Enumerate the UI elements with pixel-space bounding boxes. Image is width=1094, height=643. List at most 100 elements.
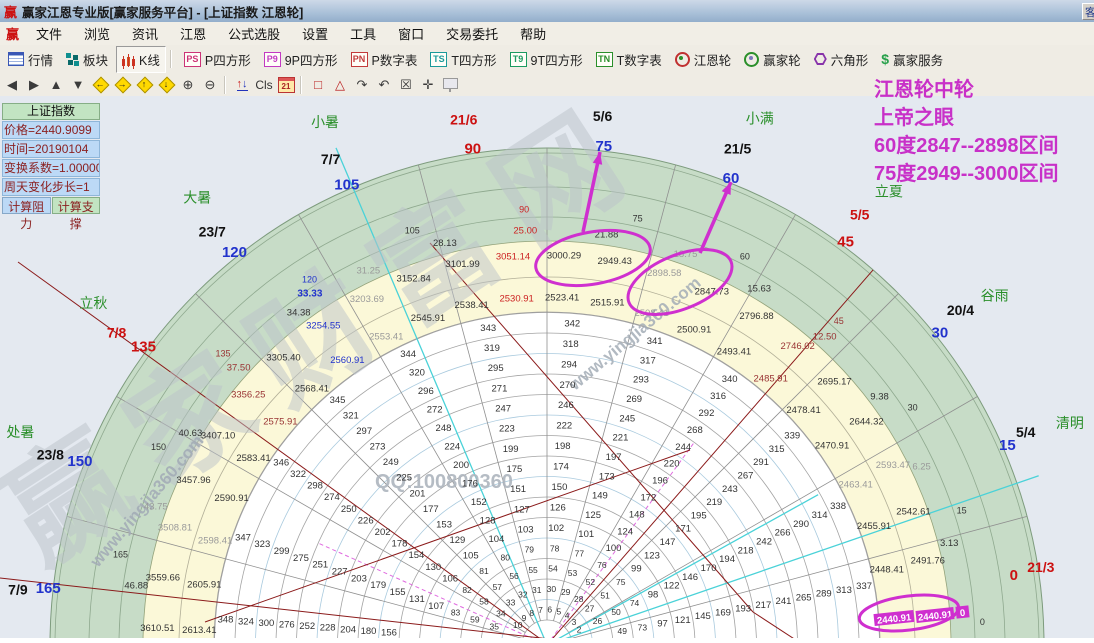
screen-icon[interactable] — [440, 75, 460, 94]
tool-赢家轮[interactable]: 赢家轮 — [739, 47, 806, 72]
step-down-icon[interactable]: ↓ — [156, 75, 176, 94]
svg-text:7/7: 7/7 — [321, 151, 341, 167]
svg-text:79: 79 — [525, 545, 535, 555]
tool-赢家服务[interactable]: $赢家服务 — [876, 47, 948, 72]
calc-resistance-button[interactable]: 计算阻力 — [2, 197, 51, 214]
cls-button[interactable]: Cls — [254, 75, 274, 94]
svg-text:5/6: 5/6 — [593, 108, 613, 124]
tool-label: 江恩轮 — [694, 50, 732, 69]
step-right-icon[interactable]: → — [112, 75, 132, 94]
svg-text:2553.41: 2553.41 — [369, 331, 403, 342]
scroll-up-icon[interactable]: ▲ — [46, 75, 66, 94]
tool-9T四方形[interactable]: T99T四方形 — [505, 47, 588, 72]
annotation-line: 上帝之眼 — [874, 104, 1059, 132]
tool-9P四方形[interactable]: P99P四方形 — [259, 47, 343, 72]
tool-江恩轮[interactable]: 江恩轮 — [670, 47, 737, 72]
svg-text:2796.88: 2796.88 — [739, 311, 773, 322]
svg-text:225: 225 — [396, 473, 412, 484]
rotate-cw-icon[interactable]: ↷ — [352, 75, 372, 94]
svg-text:43.75: 43.75 — [144, 501, 168, 512]
svg-text:270: 270 — [560, 380, 576, 391]
tool-K线[interactable]: K线 — [116, 46, 166, 73]
svg-text:2898.58: 2898.58 — [647, 268, 681, 279]
svg-text:56: 56 — [509, 571, 519, 581]
svg-text:217: 217 — [755, 600, 771, 611]
chip-icon-T9: T9 — [510, 52, 527, 67]
svg-text:223: 223 — [499, 424, 515, 435]
svg-text:2478.41: 2478.41 — [786, 405, 820, 416]
svg-text:35: 35 — [489, 621, 499, 631]
scroll-right-icon[interactable]: ▶ — [24, 75, 44, 94]
center-cross-icon[interactable]: ✛ — [418, 75, 438, 94]
svg-text:2613.41: 2613.41 — [182, 625, 216, 636]
annotation-line: 75度2949--3000区间 — [874, 160, 1059, 188]
svg-text:2746.02: 2746.02 — [781, 341, 815, 352]
step-up-icon[interactable]: ↑ — [134, 75, 154, 94]
svg-text:297: 297 — [356, 426, 372, 437]
axis-updown-icon[interactable]: ↑↓ — [232, 75, 252, 94]
tool-T四方形[interactable]: TST四方形 — [425, 47, 501, 72]
svg-text:21/3: 21/3 — [1027, 559, 1054, 575]
svg-text:76: 76 — [597, 560, 607, 570]
step-left-icon[interactable]: ← — [90, 75, 110, 94]
svg-text:269: 269 — [626, 394, 642, 405]
svg-text:151: 151 — [510, 484, 526, 495]
square-tool-icon[interactable]: □ — [308, 75, 328, 94]
menu-item-4[interactable]: 公式选股 — [217, 22, 291, 45]
scroll-left-icon[interactable]: ◀ — [2, 75, 22, 94]
menu-item-3[interactable]: 江恩 — [169, 22, 217, 45]
svg-text:266: 266 — [775, 528, 791, 539]
title-bar[interactable]: 赢 赢家江恩专业版[赢家服务平台] - [上证指数 江恩轮] 客服 — [0, 0, 1094, 23]
tool-T数字表[interactable]: TNT数字表 — [591, 47, 667, 72]
tool-P数字表[interactable]: PNP数字表 — [346, 47, 423, 72]
svg-text:337: 337 — [856, 581, 872, 592]
tool-P四方形[interactable]: PSP四方形 — [179, 47, 256, 72]
svg-text:340: 340 — [722, 374, 738, 385]
scroll-down-icon[interactable]: ▼ — [68, 75, 88, 94]
menu-item-2[interactable]: 资讯 — [121, 22, 169, 45]
svg-text:15: 15 — [999, 437, 1016, 454]
svg-text:28.13: 28.13 — [433, 238, 457, 249]
menu-item-5[interactable]: 设置 — [291, 22, 339, 45]
menu-item-8[interactable]: 交易委托 — [435, 22, 509, 45]
delete-box-icon[interactable]: ☒ — [396, 75, 416, 94]
winner-wheel-icon — [744, 52, 759, 67]
svg-text:200: 200 — [453, 460, 469, 471]
svg-text:122: 122 — [664, 581, 680, 592]
svg-text:154: 154 — [408, 550, 424, 561]
triangle-tool-icon[interactable]: △ — [330, 75, 350, 94]
svg-text:316: 316 — [710, 391, 726, 402]
svg-text:立秋: 立秋 — [79, 295, 107, 311]
zoom-out-icon[interactable]: ⊖ — [200, 75, 220, 94]
svg-text:2448.41: 2448.41 — [870, 565, 904, 576]
customer-service-button[interactable]: 客服 — [1082, 3, 1094, 20]
svg-text:196: 196 — [652, 476, 668, 487]
svg-text:37.50: 37.50 — [227, 362, 251, 373]
menu-item-6[interactable]: 工具 — [339, 22, 387, 45]
tool-label: P四方形 — [205, 50, 251, 69]
menu-item-1[interactable]: 浏览 — [73, 22, 121, 45]
menu-item-9[interactable]: 帮助 — [509, 22, 557, 45]
tool-板块[interactable]: 板块 — [61, 47, 113, 72]
calendar-icon[interactable]: 21 — [276, 75, 296, 94]
menu-item-7[interactable]: 窗口 — [387, 22, 435, 45]
tool-行情[interactable]: 行情 — [3, 47, 58, 72]
rotate-ccw-icon[interactable]: ↶ — [374, 75, 394, 94]
svg-text:202: 202 — [375, 527, 391, 538]
svg-text:34: 34 — [496, 608, 506, 618]
svg-text:谷雨: 谷雨 — [981, 287, 1009, 303]
tool-六角形[interactable]: 六角形 — [809, 47, 874, 72]
svg-text:90: 90 — [464, 141, 481, 158]
calc-support-button[interactable]: 计算支撑 — [52, 197, 101, 214]
zoom-in-icon[interactable]: ⊕ — [178, 75, 198, 94]
svg-text:3: 3 — [572, 617, 577, 627]
svg-text:224: 224 — [444, 441, 460, 452]
menu-logo-icon: 赢 — [6, 24, 19, 43]
chip-icon-TN: TN — [596, 52, 613, 67]
quote-panel: 上证指数 价格=2440.9099时间=20190104变换系数=1.00000… — [2, 103, 100, 214]
svg-text:2949.43: 2949.43 — [598, 256, 632, 267]
svg-text:5/5: 5/5 — [850, 207, 870, 223]
svg-text:75: 75 — [595, 138, 612, 155]
chip-icon-TS: TS — [430, 52, 447, 67]
menu-item-0[interactable]: 文件 — [25, 22, 73, 45]
